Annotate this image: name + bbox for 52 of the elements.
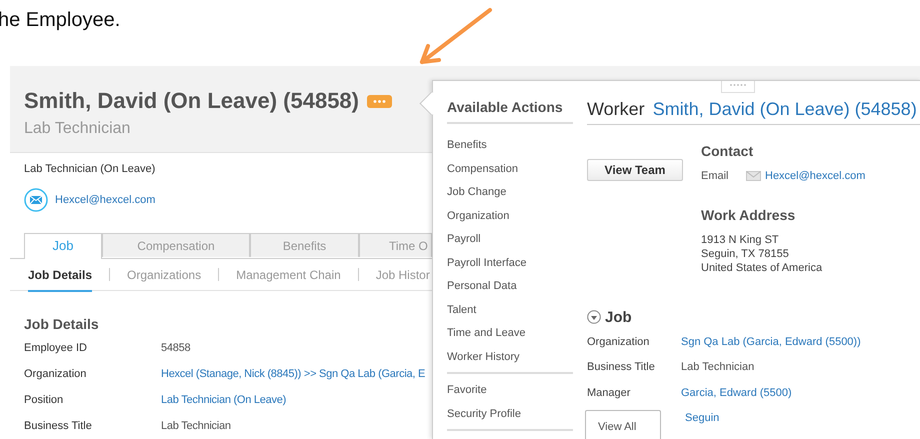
action-item[interactable]: Job Change	[447, 186, 506, 198]
action-item[interactable]: Worker History	[447, 350, 520, 362]
action-item[interactable]: Payroll Interface	[447, 256, 526, 268]
address-line: Seguin, TX 78155	[701, 247, 790, 261]
field-link[interactable]: Hexcel (Stanage, Nick (8845)) >> Sgn Qa Lab (Garcia, E	[161, 368, 426, 380]
view-team-button[interactable]: View Team	[587, 159, 683, 181]
field-label: Position	[24, 394, 64, 406]
subtab[interactable]: Job Details	[28, 260, 92, 292]
pointer-arrow	[420, 8, 492, 64]
email-label: Email	[701, 170, 730, 182]
field-label: Business Title	[587, 361, 656, 374]
field-label: Business Title	[24, 420, 93, 432]
action-item[interactable]: Security Profile	[447, 408, 521, 420]
location-link[interactable]: Seguin	[685, 410, 720, 426]
field-value: Lab Technician	[161, 420, 231, 432]
field-link[interactable]: Sgn Qa Lab (Garcia, Edward (5500))	[681, 336, 861, 348]
action-item[interactable]: Favorite	[447, 384, 487, 396]
email-icon[interactable]	[24, 188, 48, 212]
email-link[interactable]: Hexcel@hexcel.com	[765, 170, 866, 182]
action-item[interactable]: Benefits	[447, 139, 487, 151]
section-title: Job Details	[24, 315, 99, 333]
view-all-button[interactable]: View All	[585, 410, 661, 439]
actions-title: Available Actions	[447, 99, 563, 115]
field-label: Organization	[587, 336, 650, 348]
address-line: United States of America	[701, 261, 824, 275]
field-label: Employee ID	[24, 342, 88, 354]
contact-title: Contact	[701, 142, 754, 160]
address-line: 1913 N King ST	[701, 233, 780, 247]
drag-handle[interactable]	[721, 81, 755, 93]
worker-label: Worker	[587, 98, 645, 121]
collapse-icon[interactable]	[587, 310, 601, 324]
worker-name: Smith, David (On Leave) (54858)	[24, 89, 359, 113]
field-value: 54858	[161, 342, 190, 354]
email-link[interactable]: Hexcel@hexcel.com	[55, 194, 156, 206]
action-item[interactable]: Organization	[447, 210, 510, 222]
position-text: Lab Technician (On Leave)	[24, 162, 156, 176]
envelope-icon	[746, 171, 761, 181]
more-actions-icon[interactable]	[367, 94, 392, 108]
worker-subtitle: Lab Technician	[24, 119, 130, 139]
action-item[interactable]: Payroll	[447, 233, 481, 245]
worker-link[interactable]: Smith, David (On Leave) (54858)	[652, 97, 917, 121]
field-value: Lab Technician	[681, 361, 754, 374]
address-title: Work Address	[701, 206, 796, 224]
job-section-title: Job	[605, 308, 632, 326]
action-item[interactable]: Personal Data	[447, 280, 517, 292]
field-link[interactable]: Lab Technician (On Leave)	[161, 394, 286, 406]
action-item[interactable]: Compensation	[447, 162, 518, 174]
field-label: Manager	[587, 386, 632, 399]
action-item[interactable]: Time and Leave	[447, 327, 526, 339]
field-link[interactable]: Garcia, Edward (5500)	[681, 386, 792, 399]
field-label: Organization	[24, 368, 88, 380]
action-item[interactable]: Talent	[447, 304, 476, 316]
